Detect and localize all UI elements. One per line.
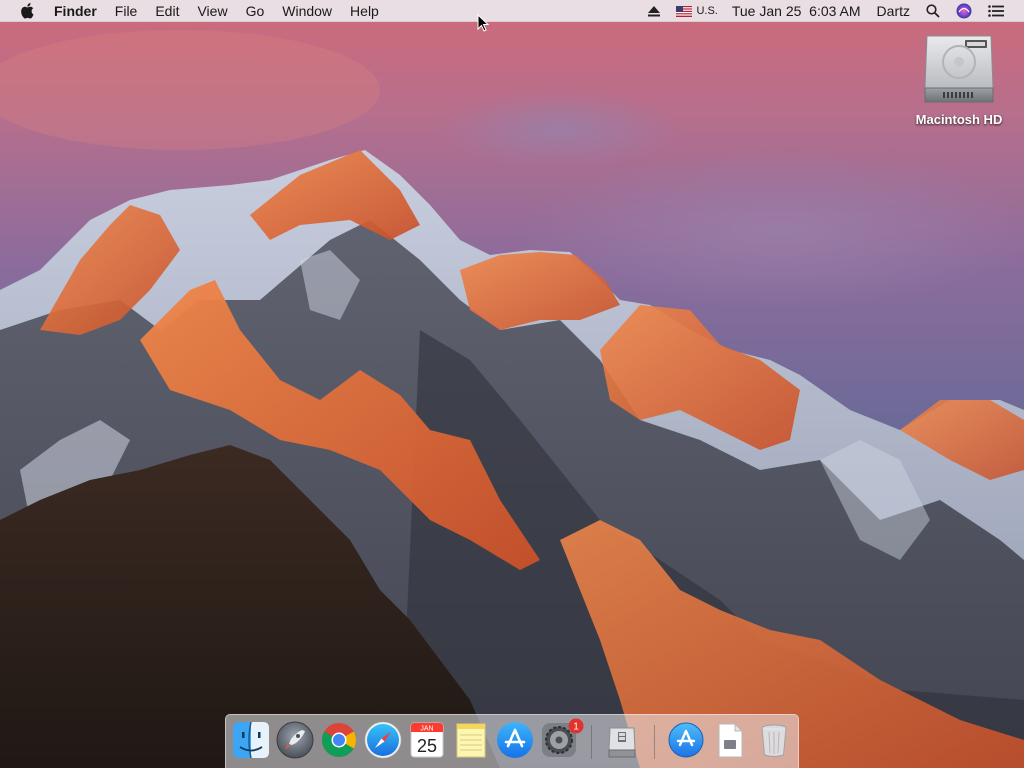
badge-count: 1: [573, 722, 579, 733]
us-flag-icon: [676, 5, 693, 17]
menu-help[interactable]: Help: [341, 0, 388, 22]
menu-app-name[interactable]: Finder: [54, 0, 106, 22]
calendar-icon: JAN 25: [410, 722, 444, 758]
calendar-month: JAN: [420, 726, 433, 733]
document-icon: [718, 722, 744, 758]
safari-compass-icon: [364, 721, 402, 759]
input-source-label: U.S.: [696, 5, 718, 17]
dock-chrome[interactable]: [319, 720, 359, 760]
dock-boot-camp[interactable]: [602, 720, 642, 760]
menu-go[interactable]: Go: [237, 0, 274, 22]
siri-icon[interactable]: [948, 0, 980, 22]
dock-system-preferences[interactable]: 1: [539, 718, 584, 760]
dock-separator: [591, 725, 592, 759]
clock[interactable]: Tue Jan 25 6:03 AM: [724, 0, 869, 22]
input-source-menu[interactable]: U.S.: [668, 0, 723, 22]
menu-window[interactable]: Window: [273, 0, 341, 22]
desktop-icon-label: Macintosh HD: [915, 112, 1003, 127]
menu-edit[interactable]: Edit: [146, 0, 188, 22]
hard-drive-icon: [924, 35, 994, 103]
applications-folder-icon: [668, 722, 704, 758]
notes-icon: [456, 723, 486, 758]
dock-separator: [654, 725, 655, 759]
notification-badge: 1: [568, 718, 584, 734]
dock-safari[interactable]: [363, 720, 403, 760]
dock-applications-folder[interactable]: [666, 720, 706, 760]
desktop: Finder File Edit View Go Window Help U.S…: [0, 0, 1024, 768]
user-menu[interactable]: Dartz: [869, 0, 918, 22]
finder-icon: [233, 721, 269, 759]
eject-icon[interactable]: [640, 0, 668, 22]
magnifier-icon[interactable]: [918, 0, 948, 22]
dock-calendar[interactable]: JAN 25: [407, 720, 447, 760]
dock-finder[interactable]: [231, 720, 271, 760]
sierra-wallpaper: [0, 0, 1024, 768]
desktop-icon-macintosh-hd[interactable]: Macintosh HD: [906, 30, 1012, 127]
notification-center-icon[interactable]: [980, 0, 1012, 22]
menu-file[interactable]: File: [106, 0, 147, 22]
menu-bar: Finder File Edit View Go Window Help U.S…: [0, 0, 1024, 22]
dock-document[interactable]: [710, 720, 750, 760]
mouse-pointer-icon: [477, 14, 489, 32]
dock: JAN 25 1: [225, 714, 799, 768]
apple-logo-icon[interactable]: [19, 2, 35, 20]
calendar-day: 25: [417, 736, 437, 756]
menu-view[interactable]: View: [188, 0, 236, 22]
dock-notes[interactable]: [451, 720, 491, 760]
app-store-icon: [497, 722, 533, 758]
chrome-icon: [322, 723, 356, 757]
dock-launchpad[interactable]: [275, 720, 315, 760]
boot-camp-disk-icon: [608, 727, 636, 758]
dock-app-store[interactable]: [495, 720, 535, 760]
launchpad-rocket-icon: [276, 721, 314, 759]
trash-icon: [761, 724, 787, 757]
dock-trash[interactable]: [754, 720, 794, 760]
